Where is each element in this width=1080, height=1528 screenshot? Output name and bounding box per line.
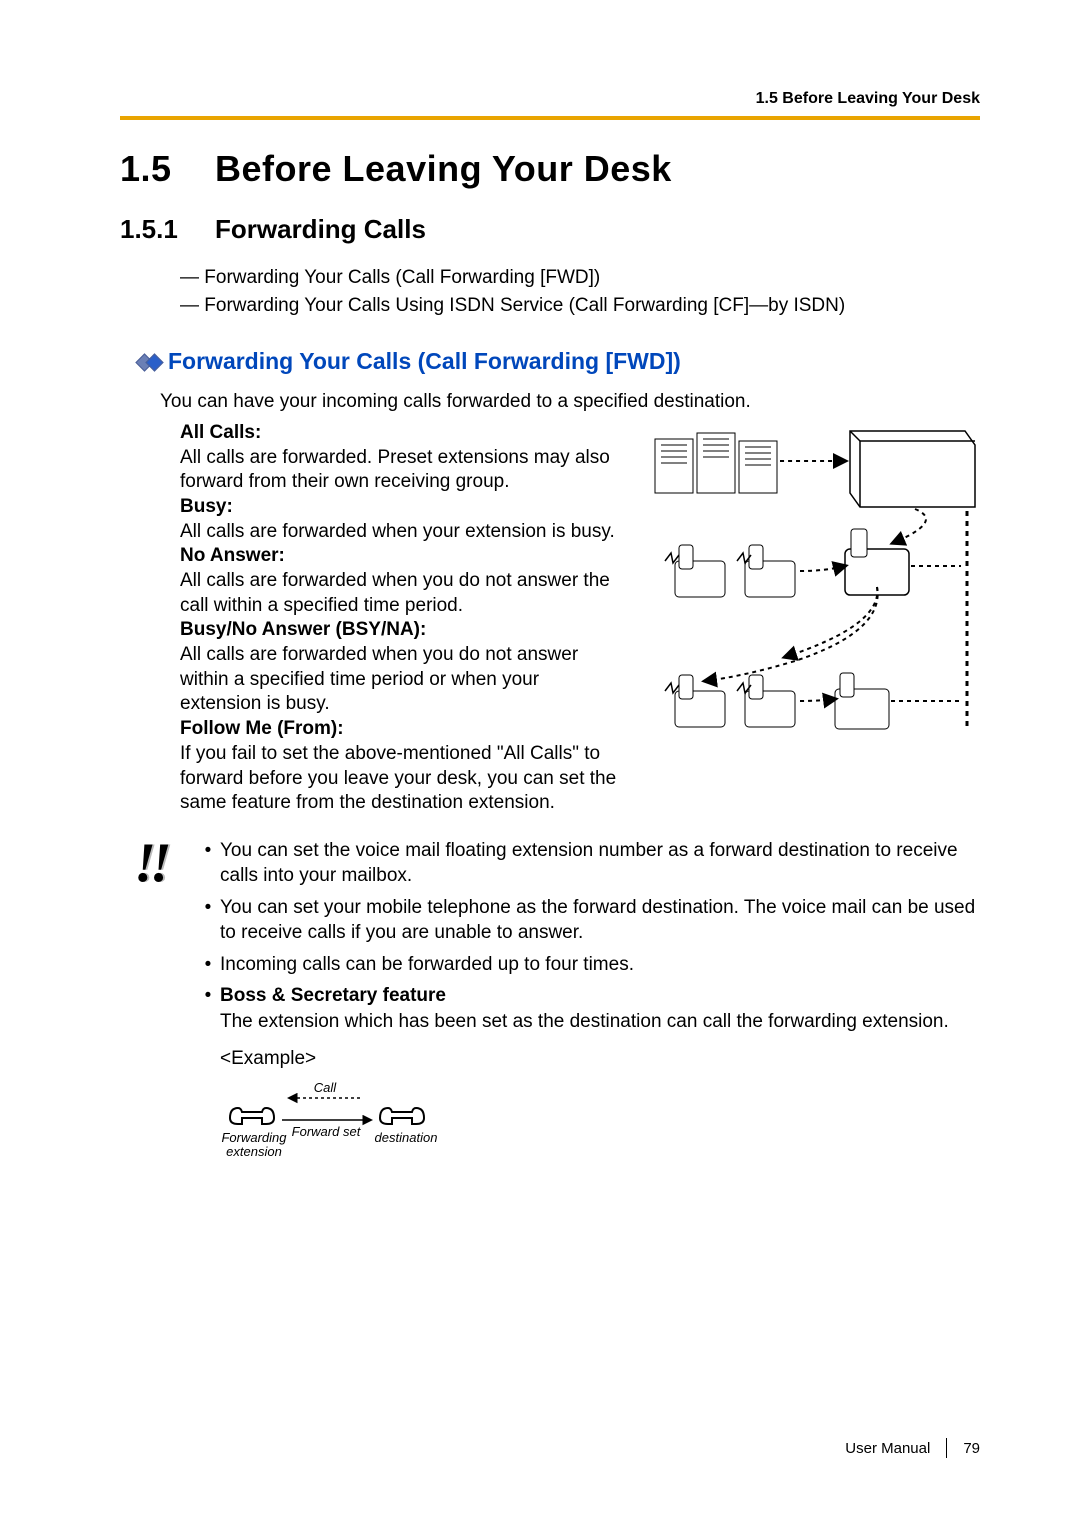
forwarding-ext-label-2: extension — [226, 1144, 282, 1159]
forwarding-illustration — [645, 421, 980, 751]
mode-text: If you fail to set the above-mentioned "… — [180, 742, 625, 816]
subsection-name: Forwarding Calls — [215, 214, 426, 244]
footer-doc-name: User Manual — [845, 1440, 930, 1457]
note-bold-title: Boss & Secretary feature — [220, 985, 446, 1006]
example-label: <Example> — [220, 1046, 980, 1071]
notes-list: • You can set the voice mail floating ex… — [196, 838, 980, 1175]
section-title: 1.5Before Leaving Your Desk — [120, 148, 980, 190]
forward-set-label: Forward set — [292, 1124, 362, 1139]
note-body: The extension which has been set as the … — [220, 1011, 949, 1032]
page: 1.5 Before Leaving Your Desk 1.5Before L… — [0, 0, 1080, 1528]
mode-title: All Calls: — [180, 421, 625, 446]
mode-block: All Calls: All calls are forwarded. Pres… — [180, 421, 625, 495]
bullet-dot-icon: • — [196, 895, 220, 946]
subsection-title: 1.5.1Forwarding Calls — [120, 214, 980, 245]
note-item: • Boss & Secretary feature The extension… — [196, 983, 980, 1034]
footer-page-number: 79 — [963, 1440, 980, 1457]
note-text: You can set the voice mail floating exte… — [220, 838, 980, 889]
footer-divider — [946, 1438, 947, 1458]
header-rule — [120, 116, 980, 120]
example-figure: Call Forward set Forwarding extension de… — [220, 1078, 980, 1175]
dash-item: — Forwarding Your Calls (Call Forwarding… — [180, 265, 980, 291]
mode-text: All calls are forwarded. Preset extensio… — [180, 446, 625, 495]
destination-label: destination — [375, 1130, 438, 1145]
mode-text: All calls are forwarded when you do not … — [180, 569, 625, 618]
bullet-dot-icon: • — [196, 983, 220, 1034]
forwarding-ext-label: Forwarding — [221, 1130, 287, 1145]
mode-title: Busy: — [180, 495, 625, 520]
mode-block: No Answer: All calls are forwarded when … — [180, 544, 625, 618]
page-footer: User Manual 79 — [845, 1438, 980, 1458]
note-text: Incoming calls can be forwarded up to fo… — [220, 952, 980, 977]
running-header: 1.5 Before Leaving Your Desk — [120, 90, 980, 108]
mode-title: Busy/No Answer (BSY/NA): — [180, 618, 625, 643]
two-column-layout: All Calls: All calls are forwarded. Pres… — [180, 421, 980, 816]
mode-text: All calls are forwarded when your extens… — [180, 520, 625, 545]
note-item: • You can set the voice mail floating ex… — [196, 838, 980, 889]
note-text: Boss & Secretary feature The extension w… — [220, 983, 980, 1034]
forwarding-heading-text: Forwarding Your Calls (Call Forwarding [… — [168, 348, 681, 375]
note-item: • You can set your mobile telephone as t… — [196, 895, 980, 946]
intro-text: You can have your incoming calls forward… — [160, 389, 980, 415]
attention-icon: !! — [120, 838, 196, 888]
subsection-number: 1.5.1 — [120, 214, 215, 245]
modes-column: All Calls: All calls are forwarded. Pres… — [180, 421, 645, 816]
note-item: • Incoming calls can be forwarded up to … — [196, 952, 980, 977]
bullet-dot-icon: • — [196, 952, 220, 977]
note-text: You can set your mobile telephone as the… — [220, 895, 980, 946]
call-label: Call — [314, 1080, 338, 1095]
mode-block: Busy: All calls are forwarded when your … — [180, 495, 625, 544]
notes-block: !! • You can set the voice mail floating… — [120, 838, 980, 1175]
mode-title: No Answer: — [180, 544, 625, 569]
section-name: Before Leaving Your Desk — [215, 148, 672, 189]
bullet-dot-icon: • — [196, 838, 220, 889]
phone-row-2 — [665, 673, 961, 729]
dash-item-text: Forwarding Your Calls Using ISDN Service… — [204, 295, 845, 316]
forwarding-heading: Forwarding Your Calls (Call Forwarding [… — [138, 348, 980, 375]
illustration-column — [645, 421, 980, 756]
mode-text: All calls are forwarded when you do not … — [180, 643, 625, 717]
diamond-bullet-icon — [138, 348, 158, 375]
dash-item: — Forwarding Your Calls Using ISDN Servi… — [180, 293, 980, 319]
phone-row-1 — [665, 509, 961, 597]
dash-list: — Forwarding Your Calls (Call Forwarding… — [180, 265, 980, 318]
section-number: 1.5 — [120, 148, 215, 190]
mode-block: Busy/No Answer (BSY/NA): All calls are f… — [180, 618, 625, 717]
mode-title: Follow Me (From): — [180, 717, 625, 742]
dash-item-text: Forwarding Your Calls (Call Forwarding [… — [204, 267, 600, 288]
mode-block: Follow Me (From): If you fail to set the… — [180, 717, 625, 816]
